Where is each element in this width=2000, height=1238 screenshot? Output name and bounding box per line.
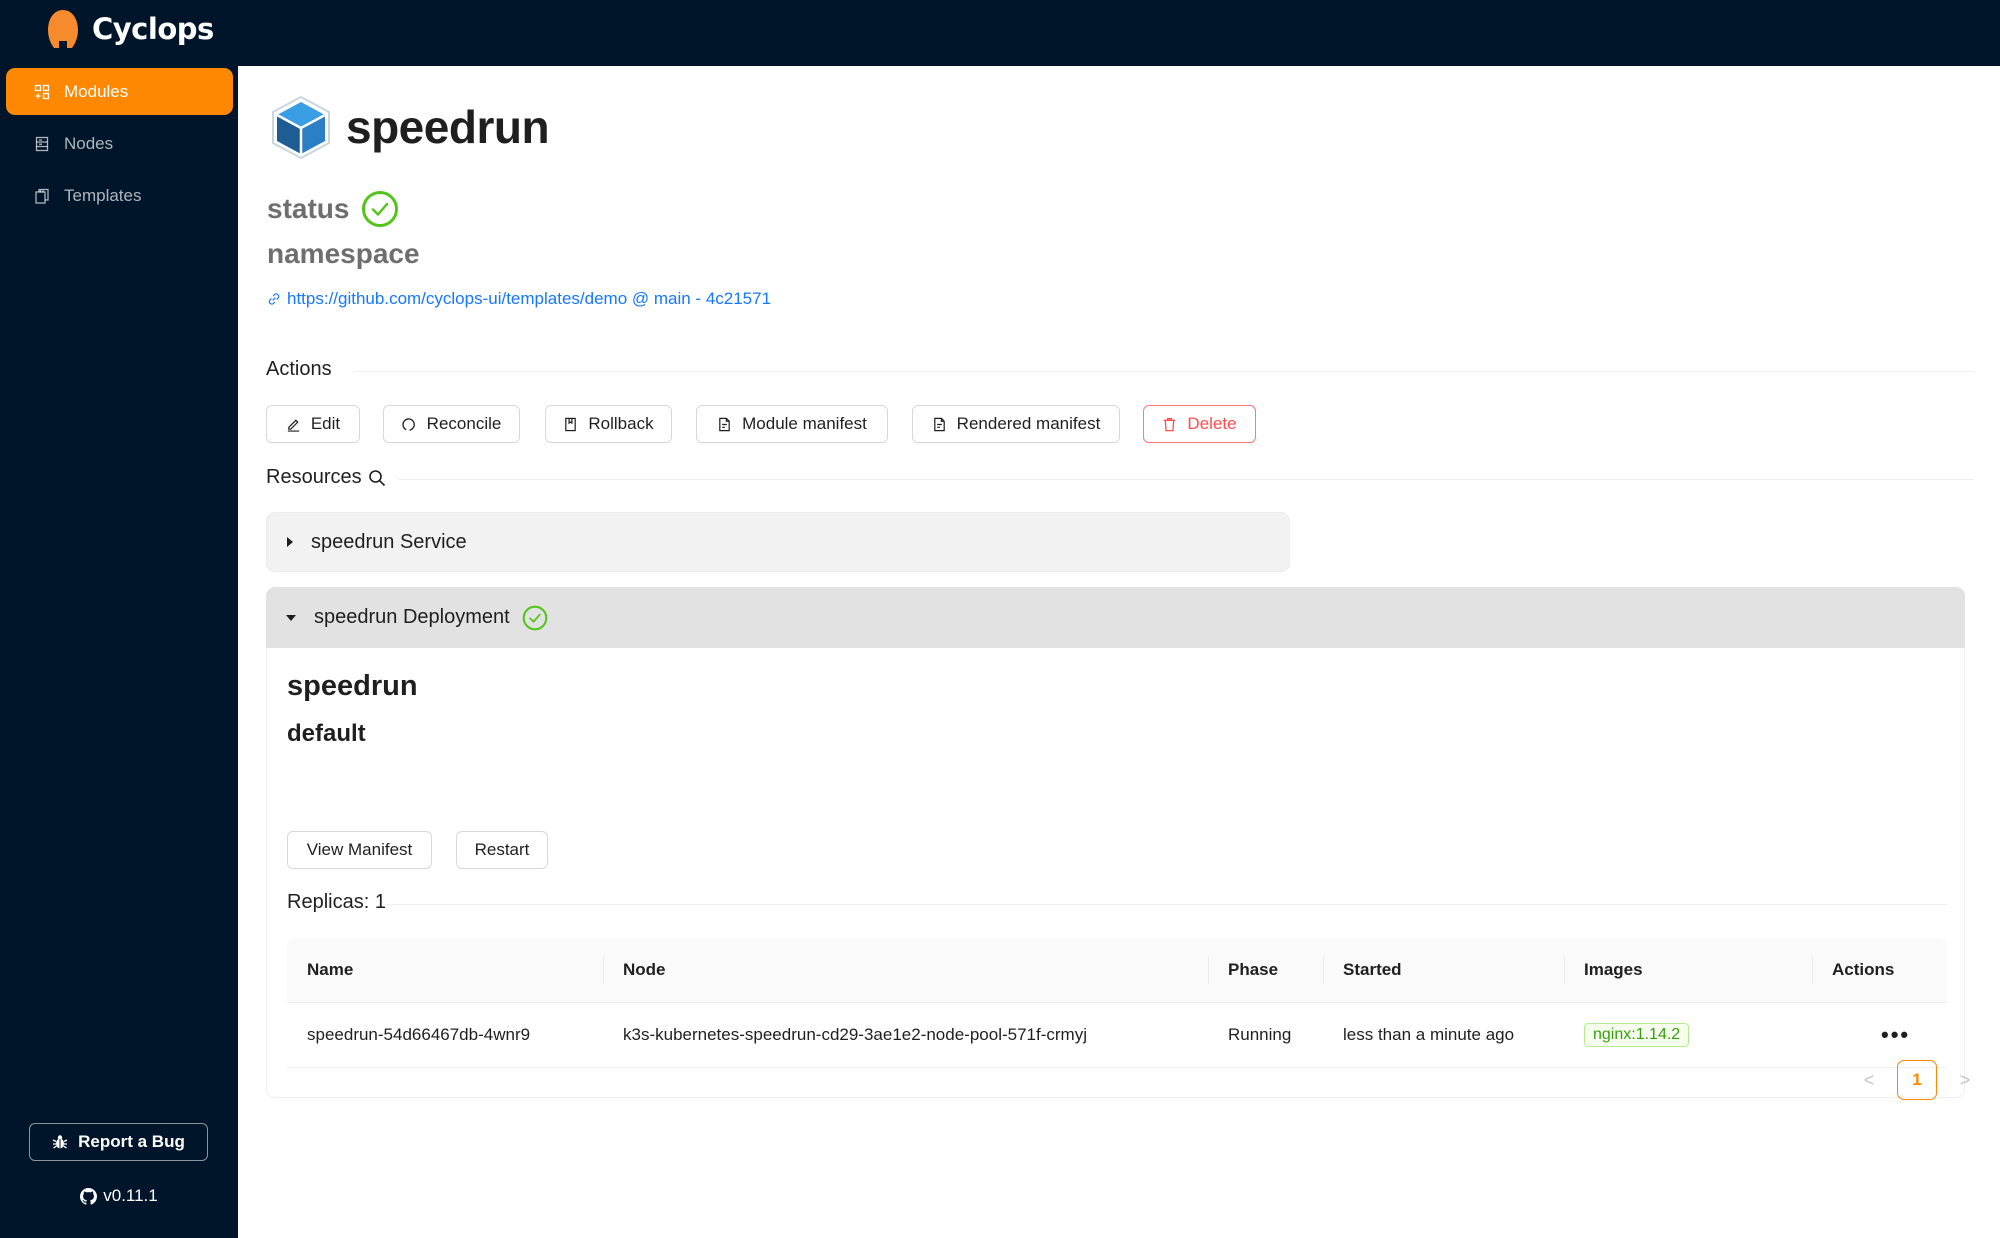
rollback-button[interactable]: Rollback bbox=[545, 405, 672, 443]
pods-table: Name Node Phase Started Images Actions s… bbox=[287, 938, 1947, 1068]
table-header: Name Node Phase Started Images Actions bbox=[287, 938, 1947, 1003]
pod-image: nginx:1.14.2 bbox=[1564, 1023, 1690, 1047]
file-icon bbox=[719, 417, 730, 431]
column-header-started: Started bbox=[1343, 960, 1402, 979]
image-tag: nginx:1.14.2 bbox=[1584, 1023, 1690, 1047]
replicas-count: Replicas: 1 bbox=[287, 891, 386, 913]
namespace-label: namespace bbox=[267, 238, 420, 269]
resource-panel-service[interactable]: speedrun Service bbox=[266, 512, 1290, 572]
edit-icon bbox=[287, 418, 299, 432]
sidebar-item-nodes[interactable]: Nodes bbox=[6, 120, 233, 167]
resources-heading: Resources bbox=[266, 466, 386, 489]
pagination-next-button[interactable]: > bbox=[1953, 1070, 1977, 1091]
search-icon[interactable] bbox=[368, 469, 386, 487]
view-manifest-label: View Manifest bbox=[306, 840, 413, 859]
sidebar-item-modules[interactable]: Modules bbox=[6, 68, 233, 115]
trash-icon bbox=[1164, 417, 1176, 431]
actions-heading: Actions bbox=[266, 358, 332, 381]
edit-button[interactable]: Edit bbox=[266, 405, 360, 443]
column-header-phase: Phase bbox=[1228, 960, 1279, 979]
sidebar-item-label: Templates bbox=[64, 185, 142, 205]
delete-button[interactable]: Delete bbox=[1143, 405, 1256, 443]
module-manifest-label: Module manifest bbox=[742, 414, 867, 433]
column-header-images: Images bbox=[1584, 960, 1643, 979]
column-header-actions: Actions bbox=[1832, 960, 1895, 979]
pod-node: k3s-kubernetes-speedrun-cd29-3ae1e2-node… bbox=[623, 1025, 1087, 1044]
reconcile-button[interactable]: Reconcile bbox=[383, 405, 520, 443]
version-link[interactable]: v0.11.1 bbox=[0, 1186, 238, 1206]
rendered-manifest-label: Rendered manifest bbox=[956, 414, 1101, 433]
restart-label: Restart bbox=[474, 840, 530, 859]
resource-panel-deployment-body: speedrun default View Manifest Restart R… bbox=[266, 648, 1970, 1100]
deployment-name: speedrun bbox=[287, 670, 418, 702]
resources-title: Resources bbox=[266, 466, 362, 488]
link-icon bbox=[268, 293, 280, 305]
report-bug-label: Report a Bug bbox=[78, 1132, 185, 1151]
pagination-prev-button[interactable]: < bbox=[1857, 1070, 1881, 1091]
nodes-icon bbox=[35, 136, 49, 151]
check-circle-icon bbox=[522, 605, 548, 630]
pod-started: less than a minute ago bbox=[1343, 1025, 1515, 1044]
sidebar-item-label: Nodes bbox=[64, 133, 114, 153]
reconcile-label: Reconcile bbox=[426, 414, 502, 433]
check-circle-icon bbox=[362, 191, 399, 227]
report-bug-button[interactable]: Report a Bug bbox=[29, 1123, 208, 1161]
table-row: speedrun-54d66467db-4wnr9 k3s-kubernetes… bbox=[287, 1003, 1947, 1068]
resource-panel-deployment-header[interactable]: speedrun Deployment bbox=[266, 587, 1965, 648]
module-status: status bbox=[267, 190, 399, 228]
main-content: speedrun status namespace https://github… bbox=[238, 66, 2000, 1238]
cyclops-logo-icon bbox=[48, 10, 78, 48]
github-icon bbox=[80, 1187, 98, 1205]
modules-icon bbox=[34, 84, 50, 99]
brand-name: Cyclops bbox=[92, 12, 214, 46]
pod-phase: Running bbox=[1228, 1025, 1292, 1044]
module-name: speedrun bbox=[346, 101, 550, 153]
module-header: speedrun bbox=[268, 94, 550, 160]
status-label: status bbox=[267, 193, 350, 224]
resources-divider bbox=[398, 479, 1974, 480]
actions-divider bbox=[354, 371, 1974, 372]
sidebar-item-label: Modules bbox=[64, 81, 129, 101]
pagination: < 1 > bbox=[1857, 1060, 1977, 1100]
edit-label: Edit bbox=[310, 414, 341, 433]
template-link[interactable]: https://github.com/cyclops-ui/templates/… bbox=[267, 289, 771, 309]
bug-icon bbox=[52, 1135, 68, 1149]
column-header-name: Name bbox=[307, 960, 354, 979]
row-actions-menu[interactable]: ••• bbox=[1861, 1022, 1910, 1048]
module-manifest-button[interactable]: Module manifest bbox=[696, 405, 888, 443]
delete-label: Delete bbox=[1187, 414, 1237, 433]
caret-right-icon bbox=[287, 537, 293, 547]
pod-name: speedrun-54d66467db-4wnr9 bbox=[307, 1025, 531, 1044]
rendered-manifest-button[interactable]: Rendered manifest bbox=[912, 405, 1120, 443]
rollback-icon bbox=[565, 417, 577, 431]
template-link-text: https://github.com/cyclops-ui/templates/… bbox=[287, 289, 772, 308]
pagination-page-1[interactable]: 1 bbox=[1897, 1060, 1937, 1100]
version-label: v0.11.1 bbox=[103, 1186, 158, 1205]
deployment-namespace: default bbox=[287, 720, 366, 747]
module-cube-icon bbox=[272, 95, 330, 160]
logo[interactable]: Cyclops bbox=[46, 8, 214, 50]
resource-title: speedrun Service bbox=[311, 530, 467, 553]
top-header: Cyclops bbox=[0, 0, 2000, 66]
file-icon bbox=[933, 417, 945, 431]
restart-button[interactable]: Restart bbox=[456, 831, 548, 869]
caret-down-icon bbox=[286, 614, 296, 621]
rollback-label: Rollback bbox=[588, 414, 654, 433]
actions-title: Actions bbox=[266, 358, 332, 380]
templates-icon bbox=[35, 188, 49, 204]
sidebar: Modules Nodes Templates Report a Bug v0.… bbox=[0, 66, 238, 1238]
sidebar-item-templates[interactable]: Templates bbox=[6, 172, 233, 219]
column-header-node: Node bbox=[623, 960, 666, 979]
view-manifest-button[interactable]: View Manifest bbox=[287, 831, 432, 869]
reconcile-icon bbox=[402, 417, 415, 431]
resource-title: speedrun Deployment bbox=[314, 606, 510, 628]
replicas-divider bbox=[387, 904, 1947, 905]
